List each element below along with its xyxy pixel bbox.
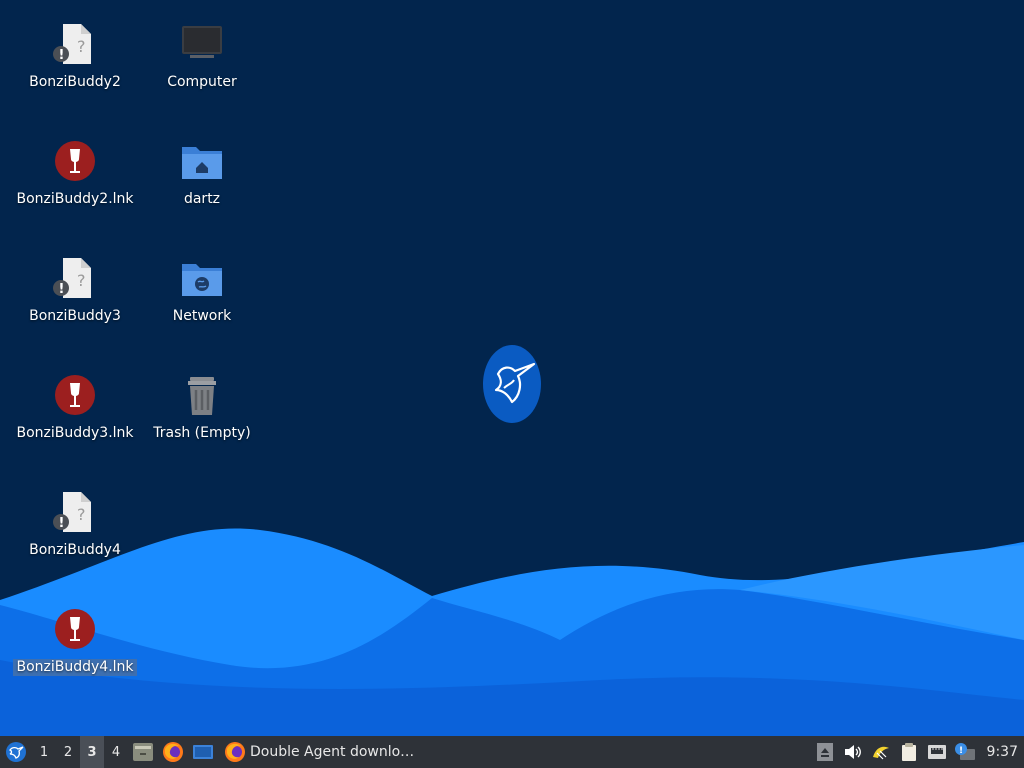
desktop-icon-label: BonziBuddy3: [29, 308, 121, 324]
desktop-icon-network[interactable]: Network: [138, 236, 266, 336]
clock[interactable]: 9:37: [979, 744, 1024, 760]
firefox-icon: [225, 742, 245, 762]
file-manager-launcher[interactable]: [128, 736, 158, 768]
unknown-file-icon: ?!: [53, 256, 97, 300]
firefox-icon: [163, 742, 183, 762]
desktop-icon-bonzibuddy4[interactable]: ?! BonziBuddy4: [11, 470, 139, 570]
desktop-icon-label: dartz: [183, 191, 221, 207]
home-folder-icon: [180, 139, 224, 183]
network-icon: [927, 745, 946, 759]
firefox-launcher[interactable]: [158, 736, 188, 768]
desktop-icon-trash[interactable]: Trash (Empty): [138, 353, 266, 453]
system-tray: ! 9:37: [811, 736, 1024, 768]
network-folder-icon: [180, 256, 224, 300]
desktop-icon-label: BonziBuddy4.lnk: [13, 659, 137, 676]
workspace-4-button[interactable]: 4: [104, 736, 128, 768]
clipboard-button[interactable]: [895, 736, 923, 768]
hummingbird-logo: [483, 345, 541, 423]
wine-icon: [53, 139, 97, 183]
volume-icon: [844, 745, 861, 759]
task-title: Double Agent downlo…: [250, 744, 415, 760]
update-notifier-icon: !: [954, 743, 975, 760]
workspace-2-button[interactable]: 2: [56, 736, 80, 768]
taskbar-task-firefox[interactable]: Double Agent downlo…: [218, 736, 420, 768]
svg-text:!: !: [59, 516, 65, 531]
desktop-icon: [193, 745, 213, 759]
show-desktop-launcher[interactable]: [188, 736, 218, 768]
desktop-icon-bonzibuddy3[interactable]: ?! BonziBuddy3: [11, 236, 139, 336]
svg-text:?: ?: [77, 271, 86, 290]
update-notifier-button[interactable]: !: [951, 736, 979, 768]
desktop-icon-bonzibuddy3-lnk[interactable]: BonziBuddy3.lnk: [11, 353, 139, 453]
workspace-3-button[interactable]: 3: [80, 736, 104, 768]
desktop-icon-label: BonziBuddy3.lnk: [16, 425, 134, 441]
network-button[interactable]: [923, 736, 951, 768]
wine-tray-button[interactable]: [867, 736, 895, 768]
eject-button[interactable]: [811, 736, 839, 768]
trash-icon: [180, 373, 224, 417]
svg-text:!: !: [59, 48, 65, 63]
svg-text:!: !: [959, 746, 963, 756]
clipboard-icon: [901, 743, 916, 761]
desktop-icon-label: Computer: [167, 74, 237, 90]
computer-icon: [180, 22, 224, 66]
eject-icon: [816, 743, 833, 761]
wine-tray-icon: [872, 746, 889, 760]
unknown-file-icon: ?!: [53, 490, 97, 534]
svg-text:?: ?: [77, 37, 86, 56]
workspace-1-button[interactable]: 1: [32, 736, 56, 768]
taskbar: 1 2 3 4 Double Agent downlo… ! 9:37: [0, 736, 1024, 768]
wine-icon: [53, 607, 97, 651]
desktop-icon-label: Network: [172, 308, 232, 324]
desktop-icon-bonzibuddy4-lnk[interactable]: BonziBuddy4.lnk: [11, 587, 139, 687]
svg-text:!: !: [59, 282, 65, 297]
desktop-icon-dartz[interactable]: dartz: [138, 119, 266, 219]
start-menu-icon: [6, 742, 26, 762]
svg-text:?: ?: [77, 505, 86, 524]
desktop-icon-bonzibuddy2[interactable]: ?! BonziBuddy2: [11, 2, 139, 102]
desktop-icon-label: BonziBuddy2.lnk: [16, 191, 134, 207]
unknown-file-icon: ?!: [53, 22, 97, 66]
desktop-icon-label: Trash (Empty): [153, 425, 251, 441]
desktop-icon-computer[interactable]: Computer: [138, 2, 266, 102]
desktop-icon-label: BonziBuddy4: [29, 542, 121, 558]
desktop-icon-bonzibuddy2-lnk[interactable]: BonziBuddy2.lnk: [11, 119, 139, 219]
start-menu-button[interactable]: [0, 736, 32, 768]
file-manager-icon: [133, 743, 153, 761]
volume-button[interactable]: [839, 736, 867, 768]
desktop-icon-label: BonziBuddy2: [29, 74, 121, 90]
wine-icon: [53, 373, 97, 417]
